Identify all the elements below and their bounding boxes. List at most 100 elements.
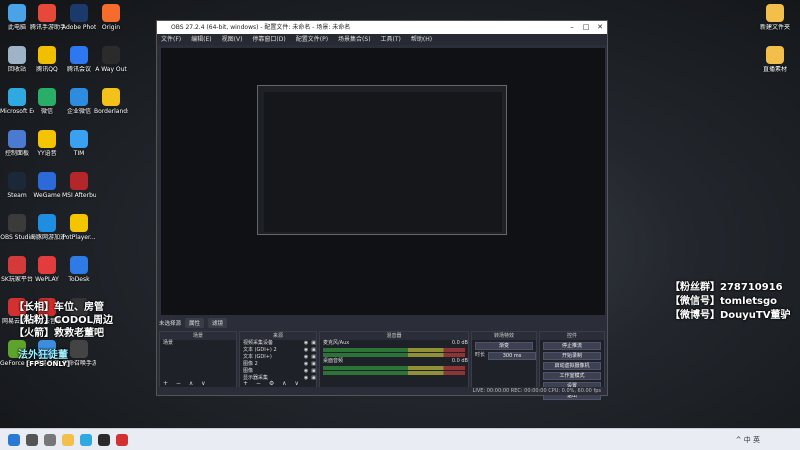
- desktop-icon-label: SK玩家平台: [1, 276, 33, 283]
- lock-icon[interactable]: ▣: [311, 368, 316, 375]
- eye-icon[interactable]: ◉: [304, 347, 308, 354]
- obs-preview[interactable]: [161, 48, 605, 315]
- menu-item[interactable]: 文件(F): [161, 34, 181, 45]
- scenes-panel: 场景 场景 + − ∧ ∨: [159, 331, 237, 389]
- eye-icon[interactable]: ◉: [304, 361, 308, 368]
- desktop-icon[interactable]: 企业微信: [62, 88, 96, 115]
- eye-icon[interactable]: ◉: [304, 340, 308, 347]
- desktop-icon[interactable]: A Way Out: [94, 46, 128, 73]
- minimize-icon[interactable]: –: [565, 21, 579, 34]
- volume-slider[interactable]: [323, 353, 465, 357]
- controls-panel: 控件 停止推流 开始录制 启动虚拟摄像机 工作室模式 设置 退出: [539, 331, 605, 400]
- control-button[interactable]: 工作室模式: [543, 372, 601, 380]
- netease-music-icon[interactable]: [116, 434, 128, 446]
- desktop-icon[interactable]: Borderlands 3: [94, 88, 128, 115]
- duration-input[interactable]: 300 ms: [488, 351, 536, 360]
- properties-button[interactable]: 属性: [185, 318, 205, 328]
- menu-item[interactable]: 帮助(H): [411, 34, 432, 45]
- mixer-track: 桌面音频 0.0 dB: [320, 358, 468, 375]
- desktop-icon[interactable]: 腾讯手游助手: [30, 4, 64, 31]
- desktop-icon[interactable]: 控制面板: [0, 130, 34, 157]
- maximize-icon[interactable]: □: [579, 21, 593, 34]
- system-tray[interactable]: ^ 中 英: [736, 435, 760, 445]
- transitions-panel: 转场特效 渐变 时长 300 ms: [471, 331, 537, 389]
- desktop-icon[interactable]: Adobe Photosh...: [62, 4, 96, 31]
- source-item[interactable]: 图像 2 ◉ ▣: [240, 361, 316, 368]
- app-icon: [766, 4, 784, 22]
- fans-group-text: 【粉丝群】278710916: [670, 282, 783, 293]
- desktop-icon[interactable]: 直播素材: [758, 46, 792, 73]
- desktop-icon[interactable]: 海豚网游加速器5.0: [30, 214, 64, 241]
- controls-title: 控件: [540, 332, 604, 340]
- menu-item[interactable]: 停靠窗口(D): [252, 34, 285, 45]
- task-view-icon[interactable]: [44, 434, 56, 446]
- menu-item[interactable]: 工具(T): [381, 34, 401, 45]
- desktop-icon[interactable]: MSI Afterburner: [62, 172, 96, 199]
- source-item[interactable]: 文本 (GDI+) 2 ◉ ▣: [240, 347, 316, 354]
- desktop-icon[interactable]: Steam: [0, 172, 34, 199]
- lock-icon[interactable]: ▣: [311, 340, 316, 347]
- menu-item[interactable]: 配置文件(P): [296, 34, 328, 45]
- desktop-icon[interactable]: Origin: [94, 4, 128, 31]
- desktop-icon[interactable]: TIM: [62, 130, 96, 157]
- desktop-icon[interactable]: WeGame: [30, 172, 64, 199]
- desktop-icon[interactable]: 回收站: [0, 46, 34, 73]
- app-icon: [38, 130, 56, 148]
- app-icon: [8, 214, 26, 232]
- control-button[interactable]: 启动虚拟摄像机: [543, 362, 601, 370]
- obs-taskbar-icon[interactable]: [98, 434, 110, 446]
- source-label: 图像: [243, 368, 254, 374]
- control-button[interactable]: 停止推流: [543, 342, 601, 350]
- eye-icon[interactable]: ◉: [304, 368, 308, 375]
- control-button[interactable]: 开始录制: [543, 352, 601, 360]
- obs-menubar: 文件(F) 编辑(E) 视图(V) 停靠窗口(D) 配置文件(P) 场景集合(S) 工具(T…: [157, 34, 607, 45]
- desktop-icon[interactable]: 新建文件夹: [758, 4, 792, 31]
- menu-item[interactable]: 视图(V): [222, 34, 243, 45]
- desktop-icon[interactable]: OBS Studio: [0, 214, 34, 241]
- menu-item[interactable]: 场景集合(S): [338, 34, 371, 45]
- obs-docks: 未选择源 属性 滤镜 场景 场景 + − ∧ ∨ 来源 视频采集设备 ◉ ▣ 文本 (…: [157, 317, 607, 400]
- transition-select[interactable]: 渐变: [475, 342, 533, 350]
- desktop-icon[interactable]: 腾讯会议: [62, 46, 96, 73]
- desktop-icon[interactable]: 腾讯QQ: [30, 46, 64, 73]
- app-icon: [70, 46, 88, 64]
- taskbar: ^ 中 英: [0, 428, 800, 450]
- desktop-icon-label: TIM: [73, 150, 85, 157]
- app-icon: [8, 46, 26, 64]
- menu-item[interactable]: 编辑(E): [191, 34, 211, 45]
- lock-icon[interactable]: ▣: [311, 347, 316, 354]
- desktop-icon[interactable]: YY语音: [30, 130, 64, 157]
- app-icon: [70, 214, 88, 232]
- search-icon[interactable]: [26, 434, 38, 446]
- desktop-icon-label: WeGame: [33, 192, 61, 199]
- desktop-icon[interactable]: ToDesk: [62, 256, 96, 283]
- desktop-icon[interactable]: 微信: [30, 88, 64, 115]
- desktop-icon[interactable]: 此电脑: [0, 4, 34, 31]
- scene-item[interactable]: 场景: [160, 340, 236, 347]
- close-icon[interactable]: ✕: [593, 21, 607, 34]
- desktop-icon-label: WePLAY: [35, 276, 59, 283]
- lock-icon[interactable]: ▣: [311, 361, 316, 368]
- source-item[interactable]: 视频采集设备 ◉ ▣: [240, 340, 316, 347]
- app-icon: [8, 88, 26, 106]
- app-icon: [70, 88, 88, 106]
- desktop-icon[interactable]: PotPlayer...: [62, 214, 96, 241]
- eye-icon[interactable]: ◉: [304, 354, 308, 361]
- desktop-icon[interactable]: SK玩家平台: [0, 256, 34, 283]
- desktop-icon-label: 腾讯QQ: [36, 66, 58, 73]
- app-icon: [38, 46, 56, 64]
- app-icon: [70, 130, 88, 148]
- source-item[interactable]: 图像 ◉ ▣: [240, 368, 316, 375]
- file-explorer-icon[interactable]: [62, 434, 74, 446]
- volume-slider[interactable]: [323, 371, 465, 375]
- desktop-icon-label: 控制面板: [4, 150, 29, 157]
- desktop-icon[interactable]: WePLAY: [30, 256, 64, 283]
- source-item[interactable]: 文本 (GDI+) ◉ ▣: [240, 354, 316, 361]
- desktop-icon[interactable]: Microsoft Edge: [0, 88, 34, 115]
- app-icon: [102, 4, 120, 22]
- mixer-track-db: 0.0 dB: [451, 358, 468, 364]
- filters-button[interactable]: 滤镜: [208, 318, 228, 328]
- lock-icon[interactable]: ▣: [311, 354, 316, 361]
- edge-icon[interactable]: [80, 434, 92, 446]
- start-icon[interactable]: [8, 434, 20, 446]
